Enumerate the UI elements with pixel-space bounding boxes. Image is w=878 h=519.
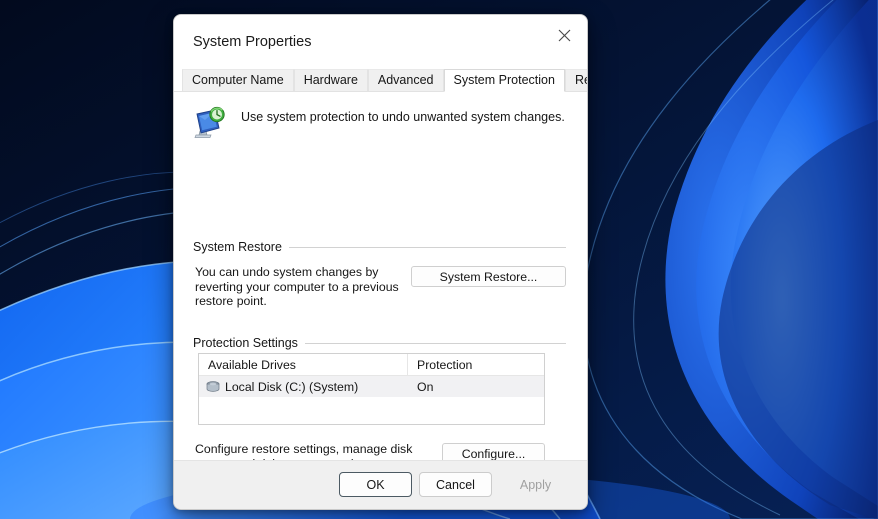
intro-text: Use system protection to undo unwanted s… — [241, 110, 565, 124]
tab-label: Hardware — [303, 73, 358, 87]
table-row[interactable]: Local Disk (C:) (System) On — [199, 376, 544, 397]
group-divider — [304, 342, 566, 344]
tab-label: Advanced — [377, 73, 434, 87]
close-button[interactable] — [541, 15, 587, 55]
button-label: Configure... — [461, 446, 526, 461]
tab-computer-name[interactable]: Computer Name — [182, 69, 294, 91]
button-label: Apply — [519, 477, 552, 492]
system-properties-dialog: System Properties Computer Name Hardware… — [173, 14, 588, 510]
group-system-restore: System Restore — [193, 240, 566, 254]
cell-protection: On — [408, 380, 544, 394]
title-bar: System Properties — [174, 15, 587, 69]
group-divider — [288, 246, 566, 248]
tab-advanced[interactable]: Advanced — [367, 69, 444, 91]
hard-disk-icon — [205, 380, 221, 394]
cell-drive: Local Disk (C:) (System) — [199, 380, 408, 394]
tab-content-system-protection: Use system protection to undo unwanted s… — [174, 91, 587, 509]
cell-drive-label: Local Disk (C:) (System) — [225, 379, 359, 394]
group-protection-settings: Protection Settings — [193, 336, 566, 350]
group-label-protection-settings: Protection Settings — [193, 336, 298, 350]
button-label: Cancel — [436, 477, 475, 492]
intro-row: Use system protection to undo unwanted s… — [174, 104, 565, 140]
tab-system-protection[interactable]: System Protection — [443, 69, 565, 92]
button-label: System Restore... — [439, 269, 538, 284]
tab-label: System Protection — [453, 73, 555, 87]
cell-protection-label: On — [417, 379, 434, 394]
system-restore-icon — [193, 104, 229, 140]
column-header-label: Protection — [417, 357, 473, 372]
tab-label: Computer Name — [192, 73, 284, 87]
window-title: System Properties — [193, 34, 312, 50]
close-icon — [558, 29, 571, 42]
tab-strip: Computer Name Hardware Advanced System P… — [174, 69, 587, 92]
system-restore-description: You can undo system changes by reverting… — [195, 265, 399, 308]
cancel-button[interactable]: Cancel — [419, 472, 492, 497]
tab-label: Remote — [574, 73, 587, 87]
tab-hardware[interactable]: Hardware — [293, 69, 368, 91]
button-label: OK — [366, 477, 385, 492]
group-label-system-restore: System Restore — [193, 240, 282, 254]
dialog-footer: OK Cancel Apply — [174, 460, 587, 509]
tab-remote[interactable]: Remote — [564, 69, 587, 91]
column-header-available-drives[interactable]: Available Drives — [199, 354, 408, 375]
protection-settings-listview[interactable]: Available Drives Protection Local Disk (… — [198, 353, 545, 425]
listview-header-row: Available Drives Protection — [199, 354, 544, 376]
system-restore-button[interactable]: System Restore... — [411, 266, 566, 287]
ok-button[interactable]: OK — [339, 472, 412, 497]
apply-button: Apply — [499, 472, 572, 497]
column-header-protection[interactable]: Protection — [408, 354, 544, 375]
column-header-label: Available Drives — [208, 357, 296, 372]
